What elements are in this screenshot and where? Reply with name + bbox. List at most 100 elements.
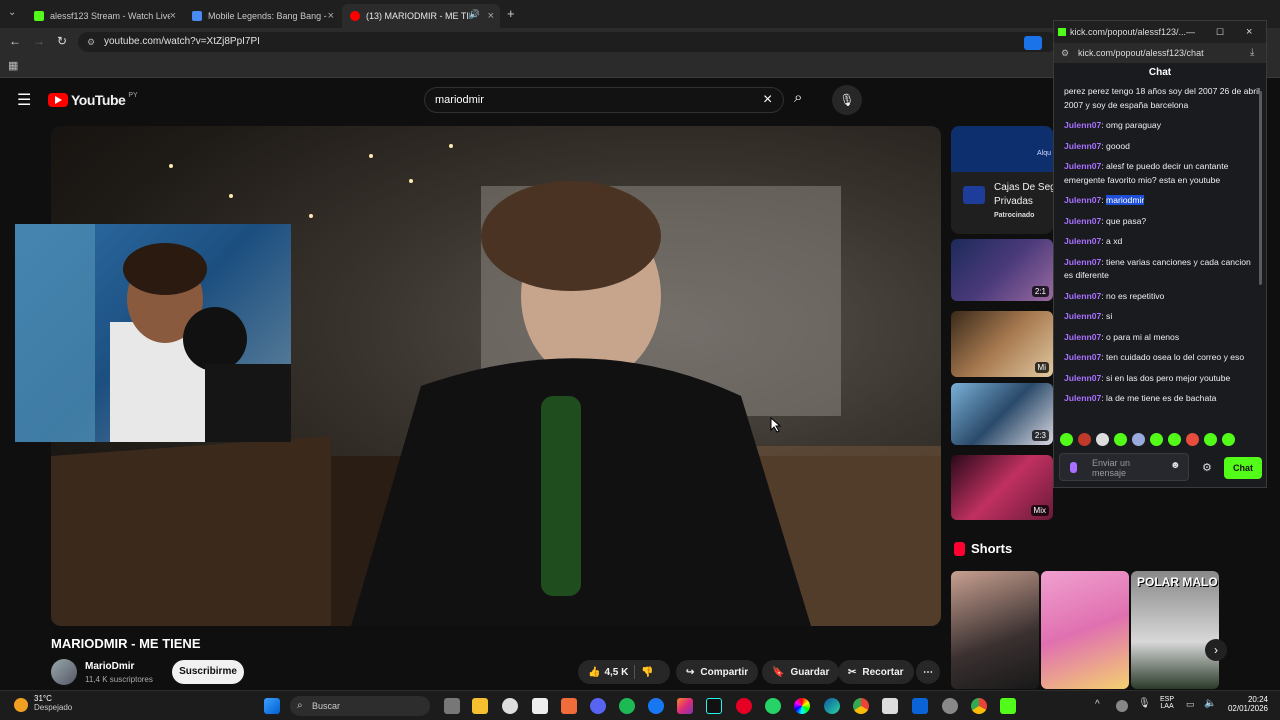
url-field[interactable]: ⚙ youtube.com/watch?v=XtZj8PpI7PI xyxy=(78,32,1058,52)
windows-start-icon[interactable] xyxy=(264,698,280,714)
spotify-icon[interactable] xyxy=(619,698,635,714)
subscribe-button[interactable]: Suscribirme xyxy=(172,660,244,684)
apps-grid-icon[interactable]: ▦ xyxy=(8,59,18,72)
emote-icon[interactable] xyxy=(1096,433,1109,446)
site-info-icon[interactable]: ⚙ xyxy=(1061,43,1069,63)
color-app-icon[interactable] xyxy=(794,698,810,714)
short-thumbnail[interactable]: POLAR MALO xyxy=(1131,571,1219,689)
microphone-icon[interactable] xyxy=(1070,462,1077,473)
new-tab-button[interactable]: + xyxy=(507,6,515,21)
microphone-tray-icon[interactable]: 🎙 xyxy=(1138,698,1151,709)
emote-icon[interactable] xyxy=(1222,433,1235,446)
chat-username[interactable]: Julenn07 xyxy=(1064,257,1101,267)
minimize-icon[interactable]: — xyxy=(1186,21,1195,43)
emoji-picker-icon[interactable]: ☻ xyxy=(1170,461,1181,471)
channel-name[interactable]: MarioDmir xyxy=(85,661,134,672)
voice-search-button[interactable]: 🎙 xyxy=(832,85,862,115)
chat-username[interactable]: Julenn07 xyxy=(1064,291,1101,301)
chat-username[interactable]: Julenn07 xyxy=(1064,393,1101,403)
close-tab-icon[interactable]: × xyxy=(170,10,176,22)
back-icon[interactable]: ← xyxy=(9,34,21,48)
like-button[interactable]: 👍 4,5 K xyxy=(588,667,628,678)
outlook-icon[interactable] xyxy=(912,698,928,714)
chat-message-input[interactable]: Enviar un mensaje ☻ xyxy=(1059,453,1189,481)
capcut-icon[interactable] xyxy=(532,698,548,714)
extension-button[interactable] xyxy=(1024,36,1042,50)
tray-chevron-icon[interactable]: ^ xyxy=(1095,699,1100,710)
tab-kick-stream[interactable]: alessf123 Stream - Watch Live o × xyxy=(26,4,182,28)
dislike-button[interactable]: 👎 xyxy=(641,667,653,678)
chat-username[interactable]: Julenn07 xyxy=(1064,352,1101,362)
download-icon[interactable]: ⤓ xyxy=(1250,43,1254,63)
chat-username[interactable]: Julenn07 xyxy=(1064,195,1101,205)
tab-mobile-legends[interactable]: Mobile Legends: Bang Bang - A × xyxy=(184,4,340,28)
store-icon[interactable] xyxy=(882,698,898,714)
related-video-thumbnail[interactable]: 2:1 xyxy=(951,239,1053,301)
clear-search-icon[interactable]: × xyxy=(763,88,772,112)
chat-username[interactable]: Julenn07 xyxy=(1064,141,1101,151)
save-button[interactable]: 🔖 Guardar xyxy=(762,660,840,684)
tab-search-icon[interactable]: ⌄ xyxy=(8,7,16,18)
facebook-icon[interactable] xyxy=(648,698,664,714)
language-indicator[interactable]: ESP LAA xyxy=(1160,696,1174,710)
share-button[interactable]: ↪ Compartir xyxy=(676,660,759,684)
whatsapp-icon[interactable] xyxy=(765,698,781,714)
chat-username[interactable]: Julenn07 xyxy=(1064,332,1101,342)
chat-send-button[interactable]: Chat xyxy=(1224,457,1262,479)
shorts-next-button[interactable]: › xyxy=(1205,639,1227,661)
emote-icon[interactable] xyxy=(1186,433,1199,446)
chat-username[interactable]: Julenn07 xyxy=(1064,216,1101,226)
clock[interactable]: 20:24 02/01/2026 xyxy=(1222,695,1268,713)
youtube-logo[interactable]: YouTube PY xyxy=(48,92,138,108)
search-icon[interactable]: ⌕ xyxy=(794,89,802,106)
sponsored-ad[interactable]: Alqu Cajas De Seg Privadas Patrocinado xyxy=(951,126,1053,234)
taskbar-search-box[interactable]: ⌕ Buscar xyxy=(290,696,430,716)
emote-icon[interactable] xyxy=(1132,433,1145,446)
emote-icon[interactable] xyxy=(1060,433,1073,446)
close-tab-icon[interactable]: × xyxy=(328,10,334,22)
chat-scrollbar[interactable] xyxy=(1259,91,1262,285)
emote-icon[interactable] xyxy=(1150,433,1163,446)
instagram-icon[interactable] xyxy=(677,698,693,714)
streamlabs-icon[interactable] xyxy=(561,698,577,714)
kick-app-icon[interactable] xyxy=(1000,698,1016,714)
file-explorer-icon[interactable] xyxy=(472,698,488,714)
close-window-icon[interactable]: × xyxy=(1246,21,1252,43)
weather-widget[interactable]: 31°C Despejado xyxy=(14,694,72,712)
close-tab-icon[interactable]: × xyxy=(488,10,494,22)
channel-avatar[interactable] xyxy=(51,659,77,685)
reload-icon[interactable]: ↻ xyxy=(57,34,67,48)
short-thumbnail[interactable] xyxy=(1041,571,1129,689)
emote-icon[interactable] xyxy=(1204,433,1217,446)
volume-icon[interactable]: 🔈 xyxy=(1204,698,1216,709)
chatgpt-icon[interactable] xyxy=(502,698,518,714)
audio-playing-icon[interactable]: 🔊 xyxy=(469,9,480,20)
settings-icon[interactable] xyxy=(942,698,958,714)
chat-message-list[interactable]: perez perez tengo 18 años soy del 2007 2… xyxy=(1064,85,1260,441)
tiktok-icon[interactable] xyxy=(706,698,722,714)
site-info-icon[interactable]: ⚙ xyxy=(87,32,95,52)
tray-app-icon[interactable] xyxy=(1116,700,1128,712)
chat-username[interactable]: Julenn07 xyxy=(1064,311,1101,321)
edge-icon[interactable] xyxy=(824,698,840,714)
maximize-icon[interactable]: ☐ xyxy=(1216,21,1224,43)
task-view-icon[interactable] xyxy=(444,698,460,714)
mix-thumbnail[interactable]: Mix xyxy=(951,455,1053,520)
chat-username[interactable]: Julenn07 xyxy=(1064,373,1101,383)
clip-button[interactable]: ✂ Recortar xyxy=(838,660,914,684)
chat-username[interactable]: Julenn07 xyxy=(1064,120,1101,130)
chat-username[interactable]: Julenn07 xyxy=(1064,161,1101,171)
network-icon[interactable]: ▭ xyxy=(1186,699,1195,710)
pinterest-icon[interactable] xyxy=(736,698,752,714)
chat-settings-icon[interactable]: ⚙ xyxy=(1202,461,1212,474)
chrome-icon[interactable] xyxy=(853,698,869,714)
related-video-thumbnail[interactable]: Mi xyxy=(951,311,1053,377)
hamburger-menu-icon[interactable]: ☰ xyxy=(17,90,31,110)
search-input[interactable]: mariodmir × xyxy=(424,87,784,113)
emote-icon[interactable] xyxy=(1168,433,1181,446)
short-thumbnail[interactable] xyxy=(951,571,1039,689)
related-video-thumbnail[interactable]: 2:3 xyxy=(951,383,1053,445)
more-actions-button[interactable]: ⋯ xyxy=(916,660,940,684)
discord-icon[interactable] xyxy=(590,698,606,714)
emote-icon[interactable] xyxy=(1114,433,1127,446)
